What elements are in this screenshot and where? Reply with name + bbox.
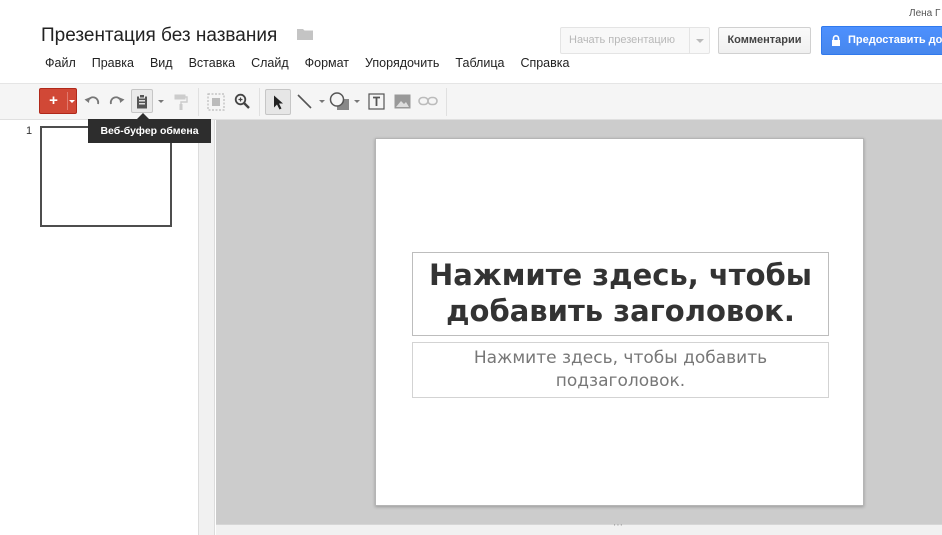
filmstrip-resize-gutter[interactable] — [198, 120, 215, 535]
document-title[interactable]: Презентация без названия — [41, 25, 277, 47]
menu-edit[interactable]: Правка — [84, 55, 142, 71]
lock-icon — [832, 35, 840, 46]
menu-slide[interactable]: Слайд — [243, 55, 297, 71]
clipboard-tooltip: Веб-буфер обмена — [88, 119, 211, 143]
text-box-icon[interactable] — [368, 93, 385, 110]
clipboard-button[interactable] — [131, 89, 153, 113]
cursor-arrow-icon — [273, 95, 283, 109]
toolbar-separator — [198, 88, 199, 116]
zoom-icon[interactable] — [234, 93, 250, 109]
new-slide-icon: + — [49, 92, 58, 109]
chevron-down-icon — [696, 39, 704, 43]
folder-icon[interactable] — [297, 28, 313, 40]
share-button[interactable]: Предоставить доступ — [821, 26, 942, 55]
chevron-down-icon[interactable] — [354, 100, 360, 103]
split-divider — [67, 92, 68, 110]
clipboard-icon — [137, 93, 147, 108]
start-presentation-label: Начать презентацию — [569, 34, 676, 46]
new-slide-button[interactable]: + — [39, 88, 77, 114]
menu-format[interactable]: Формат — [297, 55, 357, 71]
menu-view[interactable]: Вид — [142, 55, 181, 71]
chevron-down-icon[interactable] — [158, 100, 164, 103]
title-placeholder[interactable]: Нажмите здесь, чтобы добавить заголовок. — [412, 252, 829, 336]
start-presentation-button[interactable]: Начать презентацию — [560, 27, 710, 54]
menu-table[interactable]: Таблица — [447, 55, 512, 71]
share-button-label: Предоставить доступ — [848, 34, 942, 46]
redo-icon[interactable] — [109, 95, 125, 108]
image-icon[interactable] — [394, 94, 411, 109]
toolbar-separator — [259, 88, 260, 116]
slide-number: 1 — [26, 125, 33, 137]
menu-help[interactable]: Справка — [512, 55, 577, 71]
menu-insert[interactable]: Вставка — [181, 55, 243, 71]
menu-arrange[interactable]: Упорядочить — [357, 55, 447, 71]
user-name[interactable]: Лена Г — [909, 8, 940, 19]
shape-icon[interactable] — [329, 92, 350, 111]
menu-bar: Файл Правка Вид Вставка Слайд Формат Упо… — [37, 55, 577, 71]
line-icon[interactable] — [297, 94, 312, 109]
slides-app: Лена Г Презентация без названия Файл Пра… — [0, 0, 942, 535]
select-tool-button[interactable] — [265, 89, 291, 115]
notes-resize-grip[interactable]: ⋯ — [613, 520, 624, 531]
comments-button[interactable]: Комментарии — [718, 27, 811, 54]
menu-file[interactable]: Файл — [37, 55, 84, 71]
present-options-dropdown[interactable] — [689, 28, 709, 53]
speaker-notes-bar[interactable] — [216, 524, 942, 535]
subtitle-placeholder[interactable]: Нажмите здесь, чтобы добавить подзаголов… — [412, 342, 829, 398]
chevron-down-icon[interactable] — [69, 100, 75, 103]
zoom-fit-icon[interactable] — [207, 93, 225, 111]
link-icon[interactable] — [418, 96, 438, 106]
toolbar-separator — [446, 88, 447, 116]
paint-format-icon[interactable] — [174, 94, 188, 110]
undo-icon[interactable] — [84, 95, 100, 108]
chevron-down-icon[interactable] — [319, 100, 325, 103]
